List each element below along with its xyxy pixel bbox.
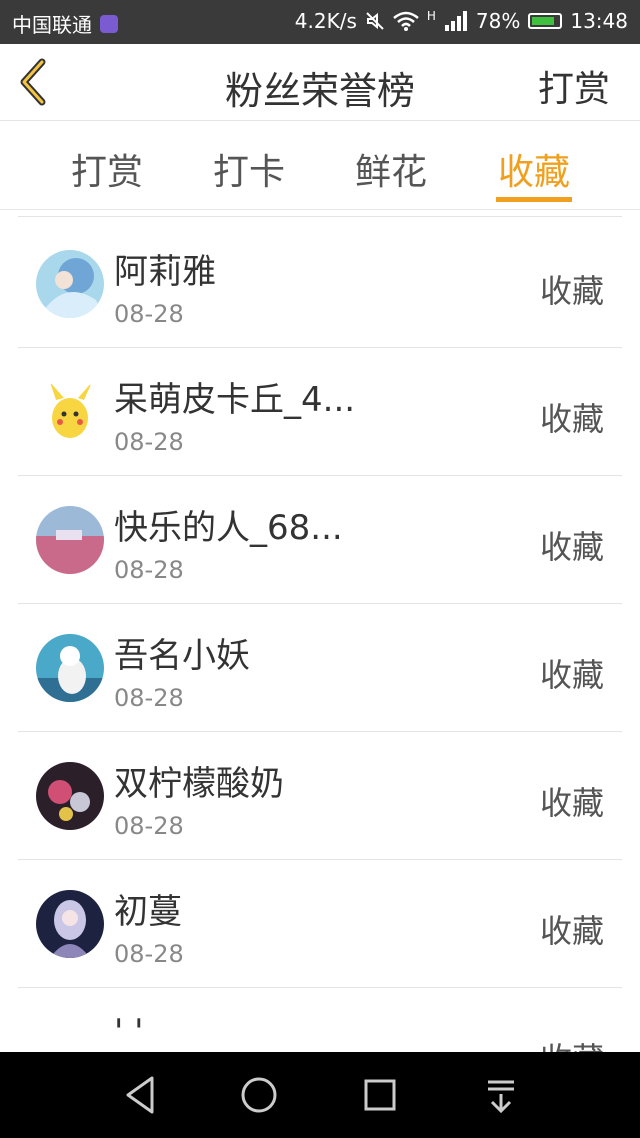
tab-reward[interactable]: 打赏: [62, 143, 152, 195]
avatar[interactable]: [36, 890, 104, 958]
network-speed: 4.2K/s: [294, 9, 357, 33]
battery-percent: 78%: [475, 9, 521, 33]
status-right: 4.2K/s H 78% 13:48: [295, 9, 628, 33]
fan-date: 08-28: [114, 812, 184, 840]
avatar[interactable]: [36, 250, 104, 318]
fan-action: 收藏: [539, 272, 604, 310]
notification-app-icon: [100, 14, 118, 33]
fan-name: 初蔓: [114, 892, 182, 932]
list-item[interactable]: 快乐的人_68... 08-28 收藏: [18, 476, 622, 604]
notification-pull-icon[interactable]: [478, 1072, 524, 1118]
avatar[interactable]: [36, 762, 104, 830]
back-triangle-icon[interactable]: [118, 1072, 164, 1118]
home-circle-icon[interactable]: [236, 1072, 282, 1118]
fan-date: 08-28: [114, 940, 184, 968]
network-type: H: [426, 9, 436, 23]
list-item[interactable]: ' ' 收藏: [18, 988, 622, 1052]
fan-date: 08-28: [114, 684, 184, 712]
fan-action: 收藏: [539, 400, 604, 438]
avatar[interactable]: [36, 378, 104, 446]
list-item[interactable]: 呆萌皮卡丘_4... 08-28 收藏: [18, 348, 622, 476]
wifi-icon: [393, 11, 419, 31]
avatar[interactable]: [36, 1018, 104, 1052]
fan-action: 收藏: [539, 656, 604, 694]
fan-name: 吾名小妖: [114, 636, 250, 676]
signal-icon: [444, 11, 467, 31]
fan-date: 08-28: [114, 300, 184, 328]
list-item[interactable]: 吾名小妖 08-28 收藏: [18, 604, 622, 732]
tab-favorites[interactable]: 收藏: [489, 143, 579, 195]
list-item[interactable]: 阿莉雅 08-28 收藏: [18, 220, 622, 348]
fan-name: 阿莉雅: [114, 252, 216, 292]
avatar[interactable]: [36, 634, 104, 702]
reward-button[interactable]: 打赏: [538, 60, 610, 112]
divider: [18, 216, 622, 217]
carrier-label: 中国联通: [12, 13, 92, 37]
list-item[interactable]: 双柠檬酸奶 08-28 收藏: [18, 732, 622, 860]
active-tab-indicator: [496, 197, 572, 202]
fan-action: 收藏: [539, 784, 604, 822]
tab-checkin[interactable]: 打卡: [204, 143, 294, 195]
fan-action: 收藏: [539, 912, 604, 950]
fan-action: 收藏: [540, 1034, 604, 1052]
status-bar: 中国联通 4.2K/s H 78% 13:48: [0, 0, 640, 44]
battery-icon: [528, 13, 563, 29]
system-nav-bar: [0, 1052, 640, 1138]
fan-action: 收藏: [539, 528, 604, 566]
fan-name: 快乐的人_68...: [114, 508, 343, 548]
fan-date: 08-28: [114, 556, 184, 584]
fan-name: ' ': [114, 1012, 144, 1052]
mute-icon: [366, 12, 384, 30]
list-item[interactable]: 初蔓 08-28 收藏: [18, 860, 622, 988]
avatar[interactable]: [36, 506, 104, 574]
fan-name: 呆萌皮卡丘_4...: [114, 380, 356, 420]
fan-list[interactable]: 阿莉雅 08-28 收藏 呆萌皮卡丘_4... 08-28 收藏 快乐的人_68…: [0, 210, 640, 1052]
recents-square-icon[interactable]: [357, 1072, 403, 1118]
fan-date: 08-28: [114, 428, 184, 456]
clock: 13:48: [570, 9, 628, 33]
app-header: 粉丝荣誉榜 打赏: [0, 44, 640, 121]
status-left: 中国联通: [12, 9, 118, 38]
tab-flowers[interactable]: 鲜花: [346, 143, 436, 195]
fan-name: 双柠檬酸奶: [114, 764, 284, 804]
